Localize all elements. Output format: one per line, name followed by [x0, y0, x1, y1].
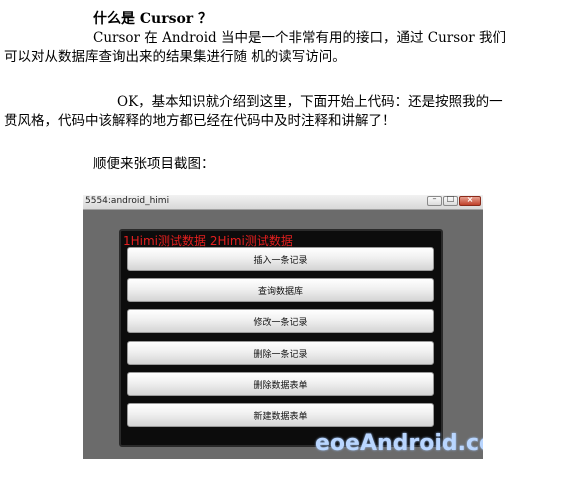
update-record-button[interactable]: 修改一条记录 — [127, 309, 434, 333]
query-database-button[interactable]: 查询数据库 — [127, 278, 434, 302]
intro-line-1: Cursor 在 Android 当中是一个非常有用的接口，通过 Cursor … — [93, 30, 507, 46]
emulator-window-title: 5554:android_himi — [85, 196, 170, 206]
delete-record-button[interactable]: 删除一条记录 — [127, 341, 434, 365]
maximize-button[interactable]: □ — [443, 195, 458, 206]
emulator-screenshot: 5554:android_himi – □ × 1Himi测试数据 2Himi测… — [83, 195, 483, 459]
delete-table-button[interactable]: 删除数据表单 — [127, 372, 434, 396]
eoeandroid-watermark: eoeAndroid.com — [315, 431, 483, 456]
insert-record-button[interactable]: 插入一条记录 — [127, 247, 434, 271]
close-button[interactable]: × — [459, 195, 481, 206]
emulator-title-bar: 5554:android_himi – □ × — [83, 195, 483, 210]
ok-line-1: OK，基本知识就介绍到这里，下面开始上代码：还是按照我的一 — [117, 94, 503, 110]
close-icon: × — [466, 195, 474, 204]
minimize-button[interactable]: – — [427, 195, 442, 206]
minimize-icon: – — [432, 195, 437, 203]
create-table-button[interactable]: 新建数据表单 — [127, 403, 434, 427]
android-screen: 1Himi测试数据 2Himi测试数据 插入一条记录 查询数据库 修改一条记录 … — [119, 229, 443, 447]
maximize-icon: □ — [446, 195, 455, 203]
ok-line-2: 贯风格，代码中该解释的地方都已经在代码中及时注释和讲解了！ — [4, 113, 396, 129]
article-heading: 什么是 Cursor ？ — [93, 11, 213, 27]
intro-line-2: 可以对从数据库查询出来的结果集进行随 机的读写访问。 — [4, 49, 346, 65]
screenshot-caption: 顺便来张项目截图： — [93, 156, 215, 172]
